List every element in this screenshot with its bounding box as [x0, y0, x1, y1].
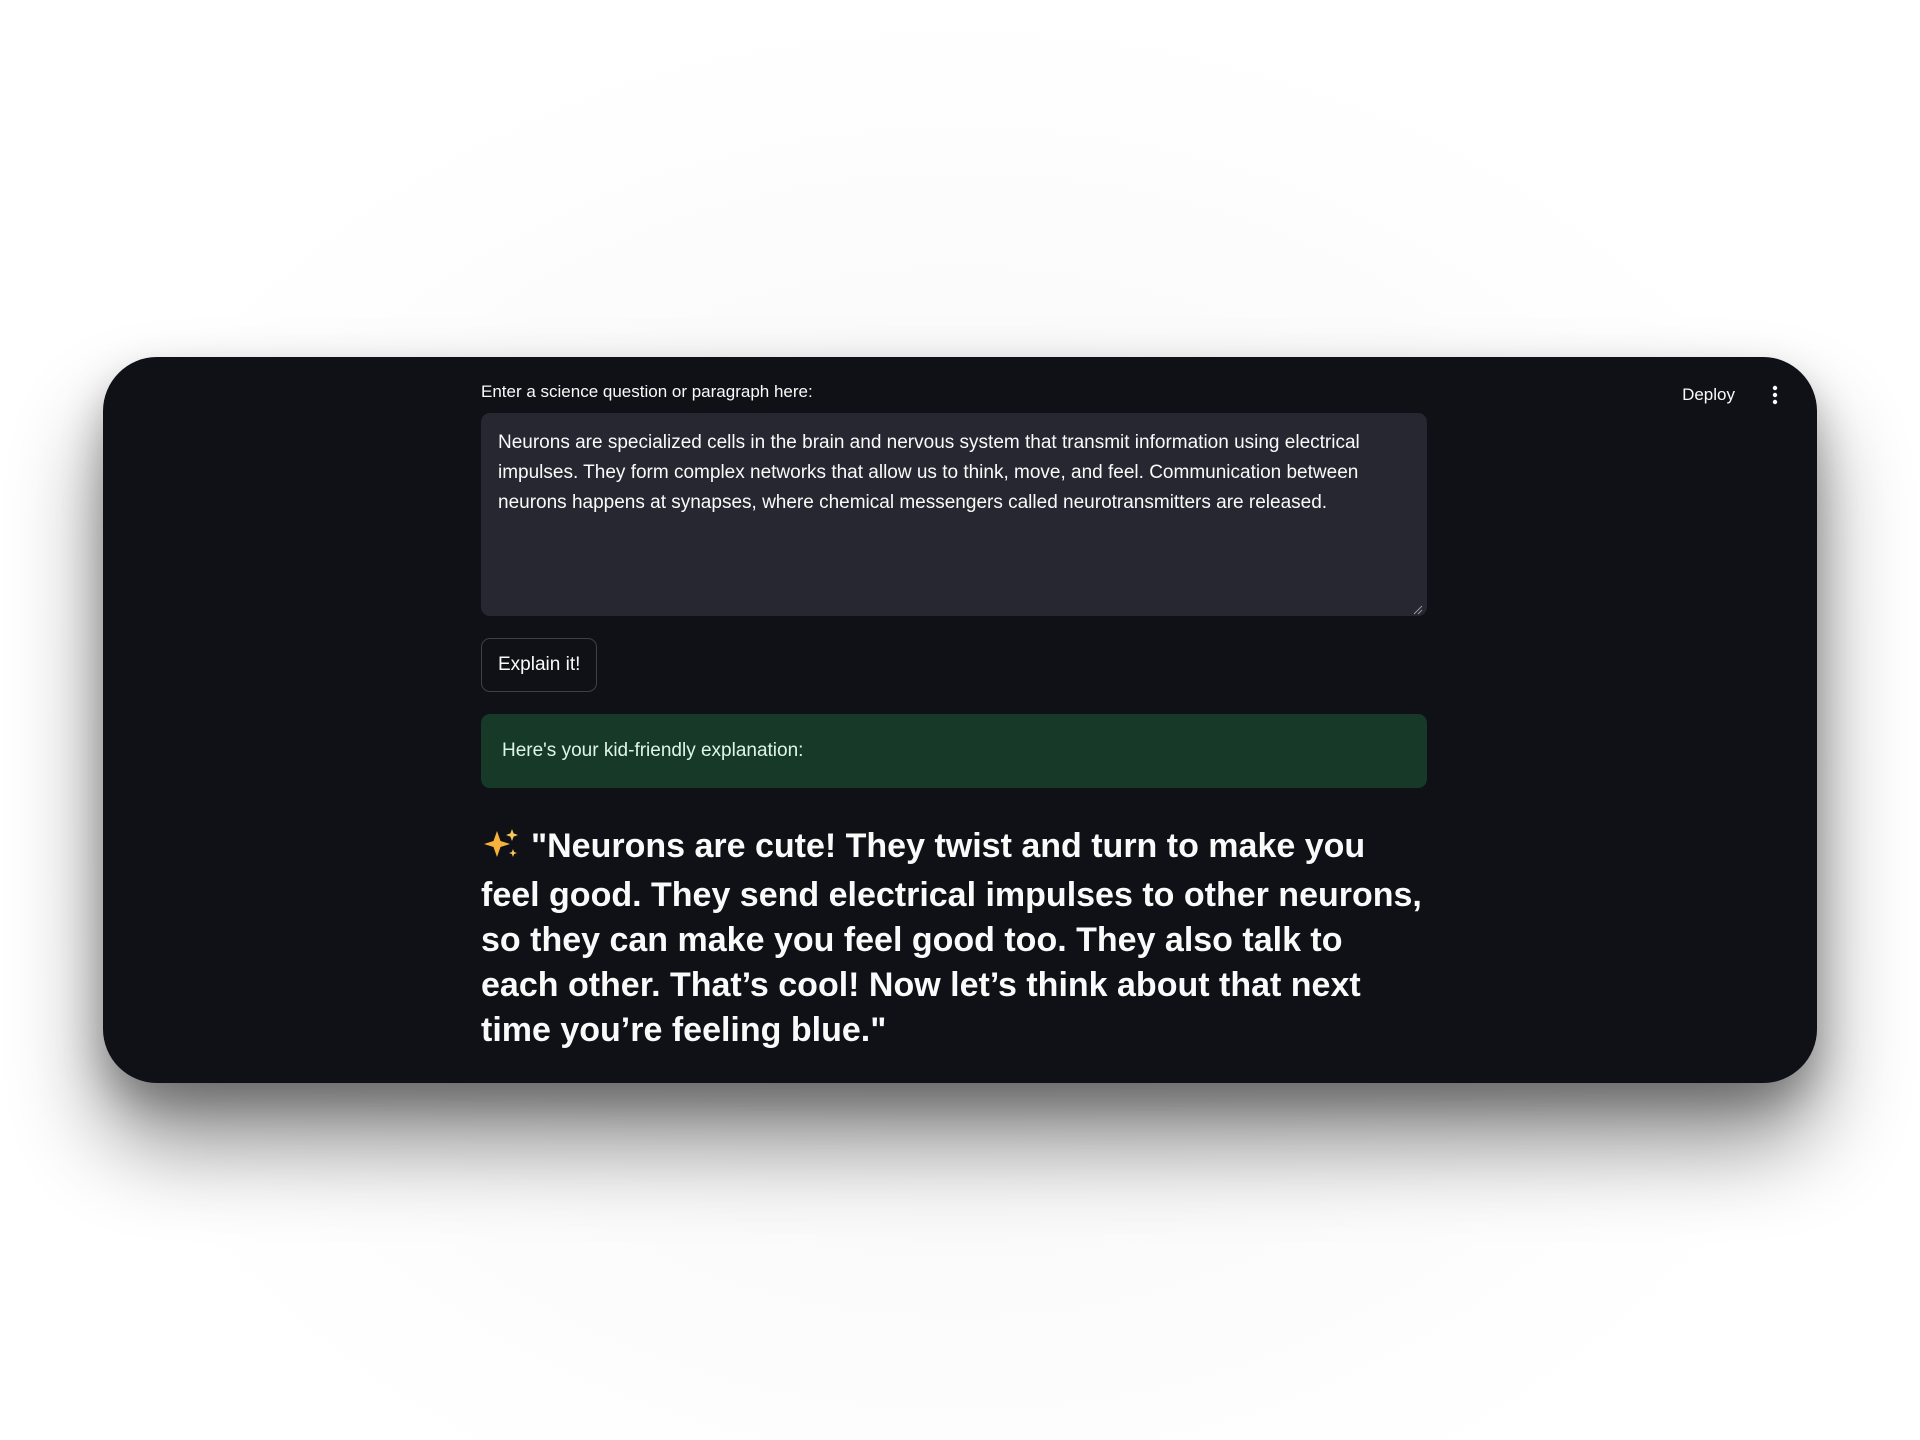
main-content: Enter a science question or paragraph he…	[481, 377, 1427, 1053]
input-label: Enter a science question or paragraph he…	[481, 382, 813, 401]
textarea-container: Neurons are specialized cells in the bra…	[481, 413, 1427, 616]
success-alert: Here's your kid-friendly explanation:	[481, 714, 1427, 788]
explanation-text: "Neurons are cute! They twist and turn t…	[481, 827, 1422, 1049]
toolbar: Deploy	[1674, 379, 1789, 411]
explain-button[interactable]: Explain it!	[481, 638, 598, 692]
success-message: Here's your kid-friendly explanation:	[502, 740, 804, 761]
explanation-output: "Neurons are cute! They twist and turn t…	[481, 824, 1427, 1053]
more-vertical-icon[interactable]	[1761, 381, 1789, 409]
app-window: Deploy Enter a science question or parag…	[103, 357, 1817, 1083]
stage: Deploy Enter a science question or parag…	[0, 0, 1920, 1440]
sparkles-icon	[481, 827, 521, 873]
science-textarea[interactable]: Neurons are specialized cells in the bra…	[481, 413, 1427, 616]
deploy-button[interactable]: Deploy	[1674, 379, 1743, 411]
resize-handle-icon[interactable]	[1413, 602, 1423, 615]
